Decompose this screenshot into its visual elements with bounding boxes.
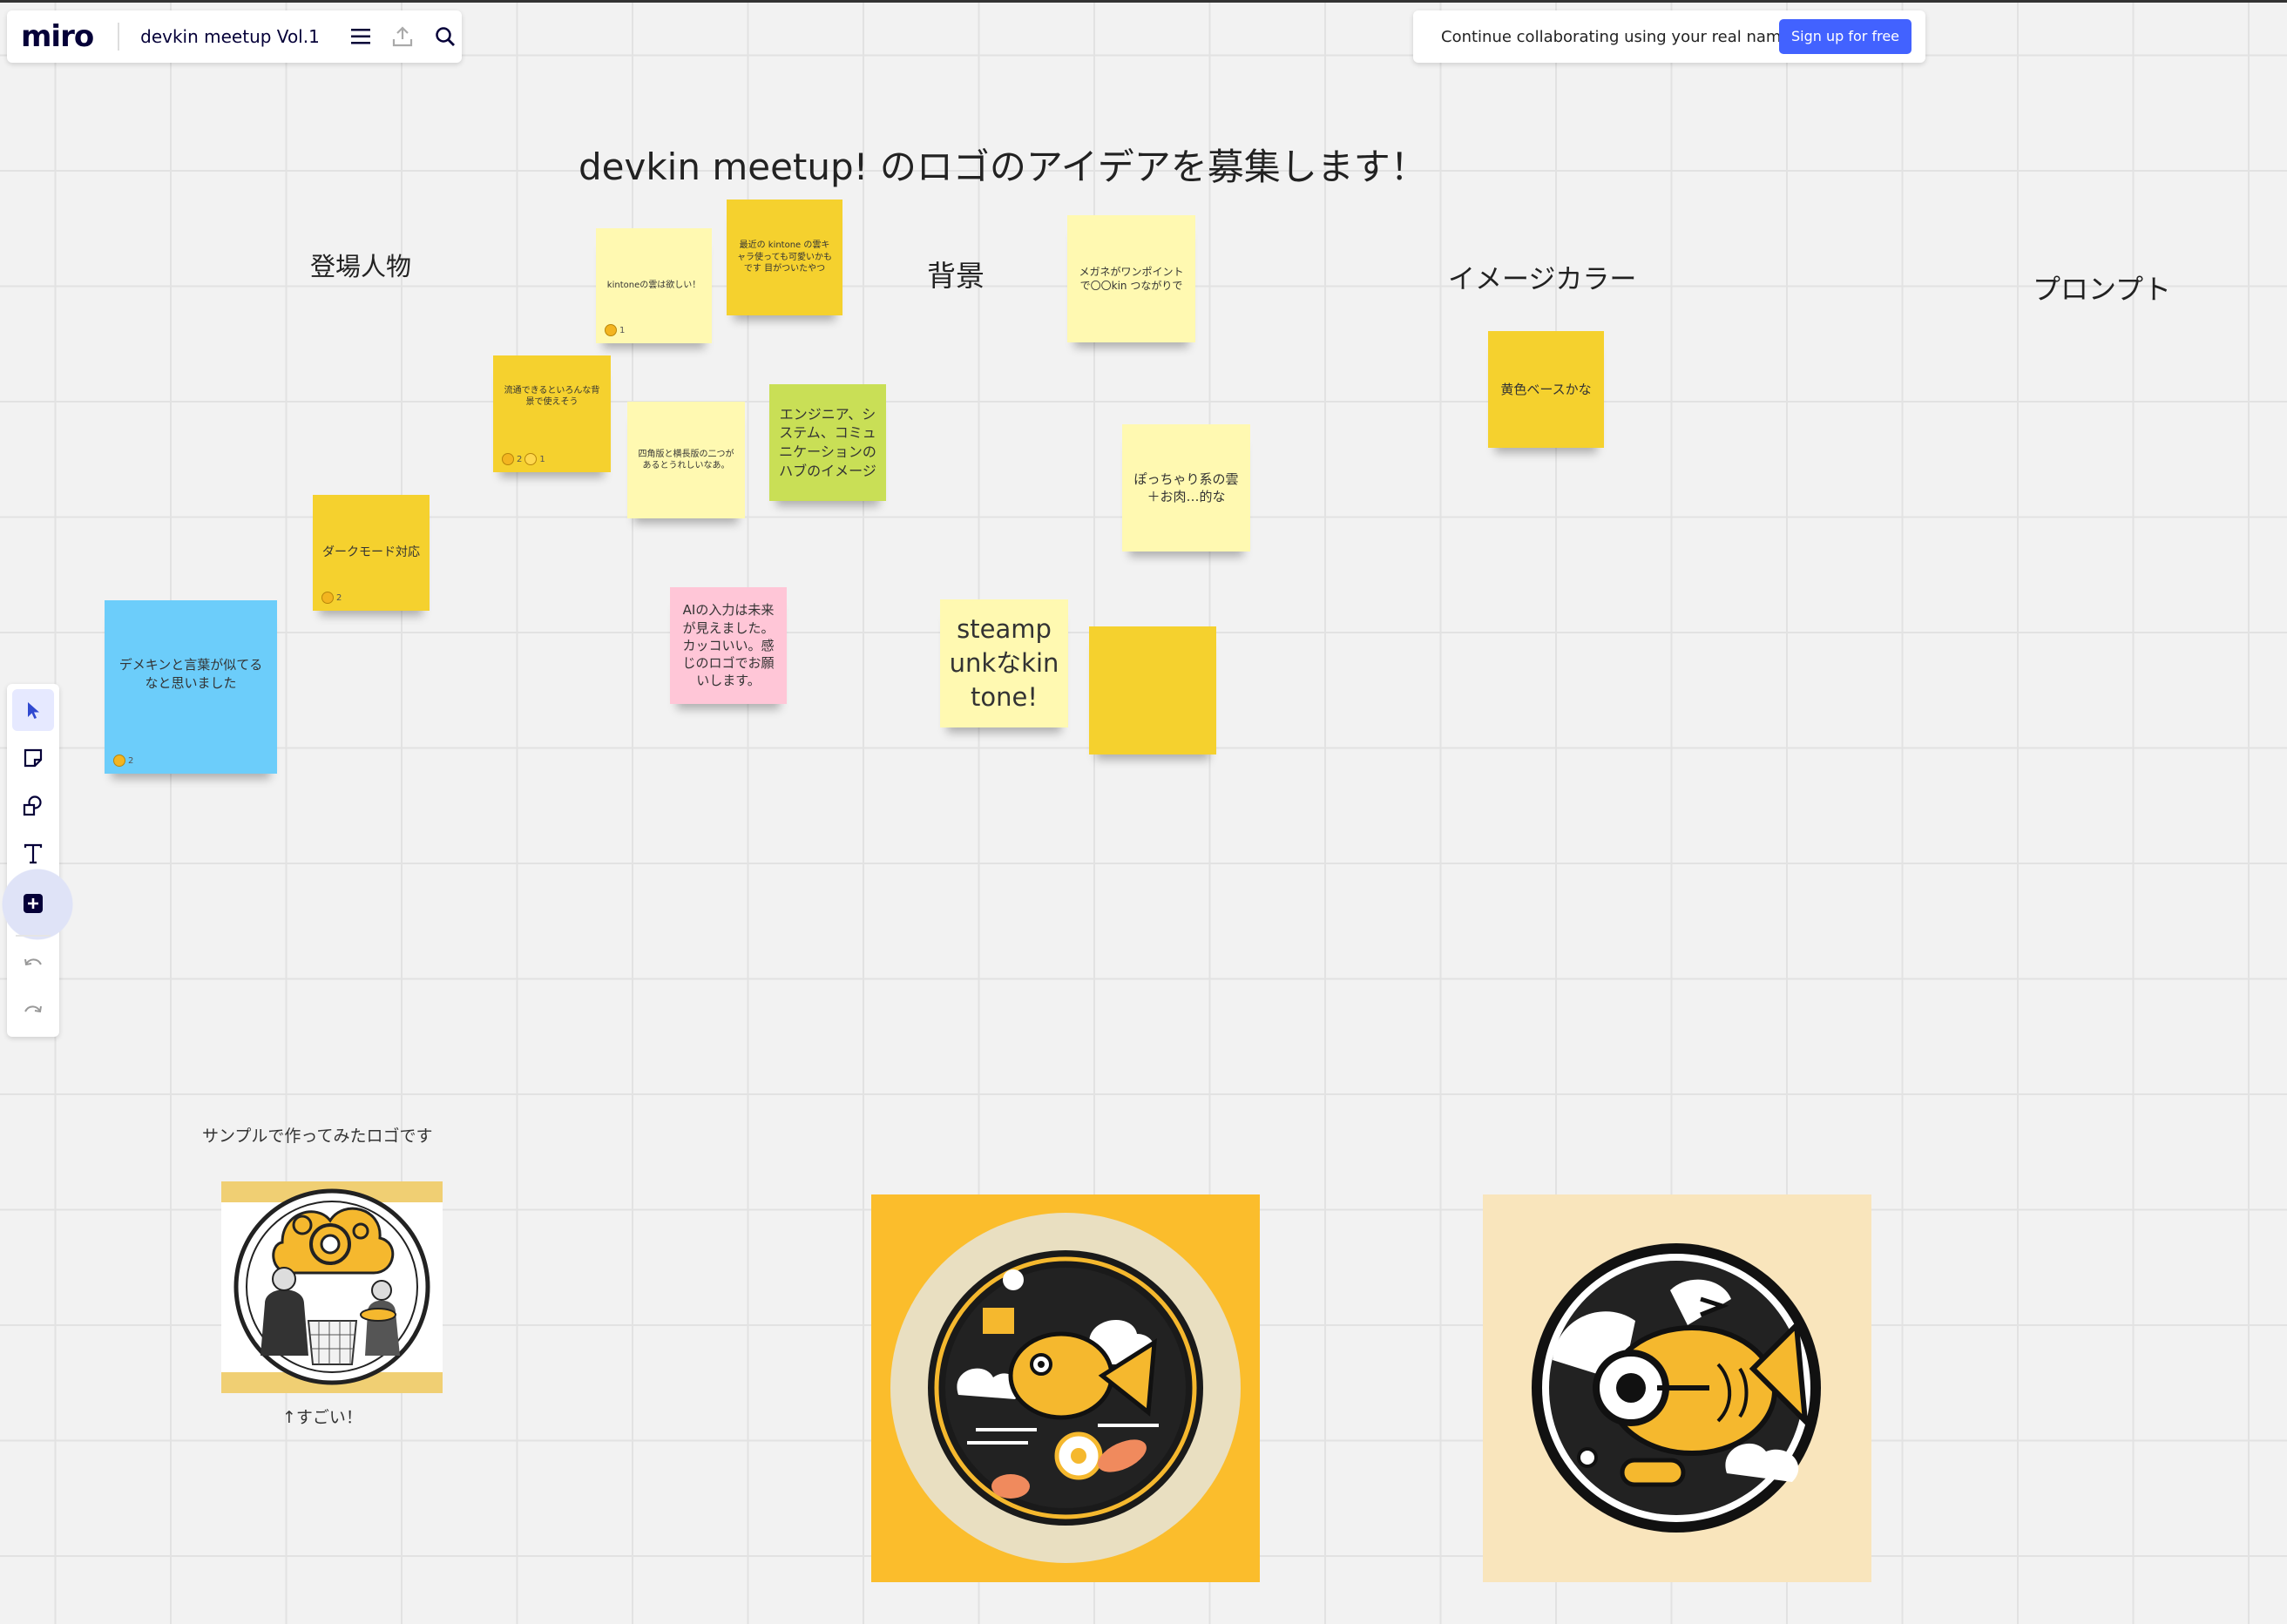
sticky-note[interactable]: エンジニア、システム、コミュニケーションのハブのイメージ [769, 384, 886, 501]
sticky-note[interactable]: 黄色ベースかな [1488, 331, 1604, 448]
reaction-group[interactable]: 21 [502, 453, 545, 465]
sticky-note[interactable]: AIの入力は未来が見えました。カッコいい。感じのロゴでお願いします。 [670, 587, 787, 704]
reaction[interactable]: 1 [605, 324, 625, 336]
smile-emoji-icon [502, 453, 514, 465]
reaction[interactable]: 2 [321, 592, 342, 604]
sticky-note-text: デメキンと言葉が似てるなと思いました [118, 657, 263, 691]
undo-icon[interactable] [12, 942, 54, 984]
toolbar-divider [16, 935, 51, 937]
sticky-note[interactable]: ぽっちゃり系の雲＋お肉…的な [1122, 424, 1250, 551]
top-bar: miro devkin meetup Vol.1 [7, 10, 462, 63]
sticky-note[interactable]: ダークモード対応 2 [313, 495, 430, 611]
sticky-note[interactable]: デメキンと言葉が似てるなと思いました 2 [105, 600, 277, 774]
divider [118, 23, 120, 51]
sticky-note-text: steampunkなkintone! [949, 613, 1059, 713]
shapes-tool[interactable] [12, 785, 54, 827]
section-image-color[interactable]: イメージカラー [1448, 257, 1636, 296]
sticky-note-text: メガネがワンポイントで〇〇kin つながりで [1079, 265, 1184, 292]
sticky-note[interactable]: 四角版と横長版の二つがあるとうれしいなあ。 [627, 402, 745, 518]
sticky-note[interactable]: 最近の kintone の雲キャラ使っても可愛いかもです 目がついたやつ [727, 200, 842, 315]
reaction-count: 1 [619, 325, 626, 335]
reaction-count: 1 [539, 454, 545, 464]
sticky-note-text: ぽっちゃり系の雲＋お肉…的な [1133, 470, 1239, 504]
signup-message: Continue collaborating using your real n… [1441, 27, 1796, 46]
sample-logo-image[interactable] [221, 1181, 443, 1393]
reaction[interactable]: 2 [113, 754, 133, 767]
sticky-note-text: ダークモード対応 [322, 545, 420, 560]
left-toolbar [0, 684, 85, 1037]
search-icon[interactable] [429, 19, 462, 54]
section-prompt[interactable]: プロンプト [2033, 267, 2171, 308]
board-title[interactable]: devkin meetup! のロゴのアイデアを募集します！ [579, 138, 1427, 191]
select-tool[interactable] [12, 689, 54, 731]
export-icon[interactable] [386, 19, 419, 54]
sticky-note-text: エンジニア、システム、コミュニケーションのハブのイメージ [779, 405, 876, 479]
signup-banner: Continue collaborating using your real n… [1413, 10, 1925, 63]
sticky-note-text: 流通できるといろんな背景で使えそう [504, 385, 600, 408]
smile-emoji-icon [113, 754, 125, 767]
sticky-note-text: AIの入力は未来が見えました。カッコいい。感じのロゴでお願いします。 [682, 602, 775, 689]
add-tool[interactable] [12, 883, 54, 924]
fish-logo-image-cream[interactable] [1483, 1194, 1871, 1582]
sticky-note-text: 黄色ベースかな [1500, 381, 1592, 397]
sample-comment[interactable]: ↑すごい！ [282, 1404, 362, 1428]
sticky-note-empty[interactable] [1089, 626, 1216, 754]
reaction-count: 2 [517, 454, 523, 464]
window-top-border [0, 0, 2287, 3]
smile-emoji-icon [321, 592, 334, 604]
reaction-count: 2 [128, 755, 134, 766]
board-name[interactable]: devkin meetup Vol.1 [140, 26, 320, 47]
fish-logo-image-orange[interactable] [871, 1194, 1260, 1582]
sticky-note[interactable]: steampunkなkintone! [940, 599, 1068, 727]
sticky-note-text: 最近の kintone の雲キャラ使っても可愛いかもです 目がついたやつ [737, 240, 832, 274]
section-background[interactable]: 背景 [927, 253, 984, 294]
smile-emoji-icon [605, 324, 617, 336]
sample-caption[interactable]: サンプルで作ってみたロゴです [202, 1123, 432, 1147]
sticky-note[interactable]: kintoneの雲は欲しい！ 1 [596, 228, 712, 343]
sticky-note-tool[interactable] [12, 737, 54, 779]
sticky-note-text: 四角版と横長版の二つがあるとうれしいなあ。 [638, 449, 734, 471]
section-characters[interactable]: 登場人物 [310, 247, 411, 283]
sticky-note[interactable]: 流通できるといろんな背景で使えそう 21 [493, 355, 611, 472]
miro-logo[interactable]: miro [7, 19, 94, 54]
sticky-note[interactable]: メガネがワンポイントで〇〇kin つながりで [1067, 215, 1195, 342]
sticky-note-text: kintoneの雲は欲しい！ [606, 281, 701, 291]
sign-up-button[interactable]: Sign up for free [1779, 19, 1911, 54]
redo-icon[interactable] [12, 989, 54, 1031]
reaction-count: 2 [336, 592, 342, 603]
thumbs-up-icon [524, 453, 538, 465]
menu-icon[interactable] [344, 19, 377, 54]
sticky-note-text [1144, 686, 1161, 696]
